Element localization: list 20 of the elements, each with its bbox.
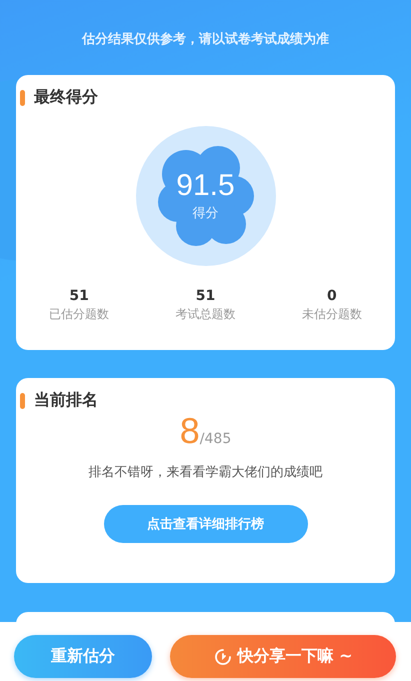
title-marker — [20, 90, 25, 106]
stat-label: 未估分题数 — [302, 306, 362, 323]
stat-value: 0 — [326, 288, 337, 304]
title-marker — [20, 392, 25, 408]
stat-value: 51 — [196, 288, 216, 304]
stat-value: 51 — [69, 288, 89, 304]
notice-text: 估分结果仅供参考，请以试卷考试成绩为准 — [82, 32, 329, 47]
re-estimate-button[interactable]: 重新估分 — [14, 635, 152, 678]
share-button[interactable]: 快分享一下嘛 ~ — [170, 635, 396, 678]
score-label: 得分 — [192, 205, 218, 222]
score-value: 91.5 — [176, 170, 235, 202]
stat-label: 已估分题数 — [49, 306, 110, 323]
card-title: 当前排名 — [34, 390, 98, 411]
stat-label: 考试总题数 — [175, 306, 236, 323]
rank-number: 8 — [180, 411, 200, 451]
rank-message: 排名不错呀，来看看学霸大佬们的成绩吧 — [88, 464, 324, 481]
leaderboard-button[interactable]: 点击查看详细排行榜 — [104, 505, 308, 543]
rank-total: /485 — [200, 431, 232, 447]
card-title: 最终得分 — [34, 87, 98, 108]
refresh-icon — [214, 648, 232, 666]
